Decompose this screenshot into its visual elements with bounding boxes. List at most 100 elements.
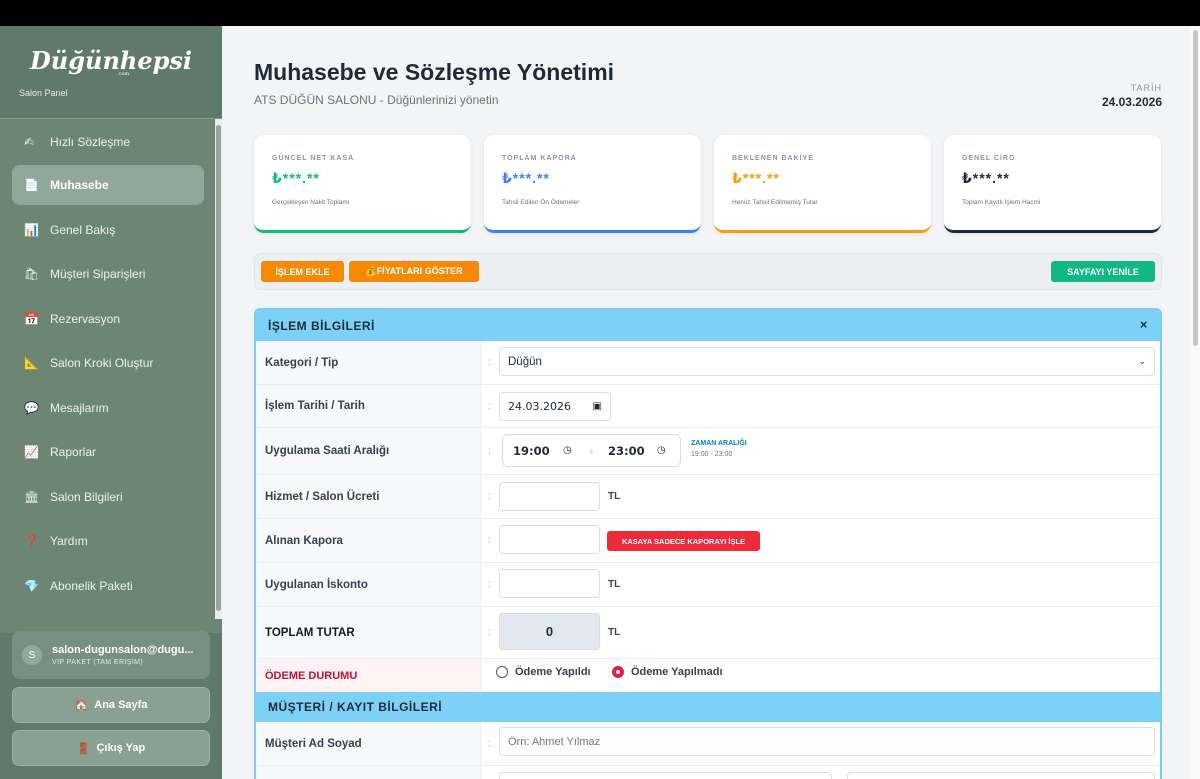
currency-unit: TL [608, 627, 621, 638]
sidebar-item-label: Mesajlarım [50, 401, 109, 415]
sidebar-item-abonelik-paketi[interactable]: 💎 Abonelik Paketi [12, 566, 204, 606]
page-title: Muhasebe ve Sözleşme Yönetimi [254, 59, 615, 85]
section-title: İŞLEM BİLGİLERİ [268, 318, 375, 333]
sidebar-item-label: Genel Bakış [50, 223, 116, 237]
sidebar-item-mesajlarim[interactable]: 💬 Mesajlarım [12, 388, 204, 428]
row-customer-extra [256, 766, 1160, 779]
window-top-bar [0, 0, 1200, 26]
home-button[interactable]: 🏠 Ana Sayfa [12, 687, 210, 723]
currency-unit: TL [608, 579, 621, 590]
sidebar-item-genel-bakis[interactable]: 📊 Genel Bakış [12, 210, 204, 250]
sidebar-item-label: Muhasebe [50, 178, 109, 192]
card-value: ₺***.** [962, 170, 1010, 186]
clock-icon: ◷ [657, 445, 666, 456]
field-label: İşlem Tarihi / Tarih [256, 385, 481, 427]
field-label: ÖDEME DURUMU [256, 659, 481, 692]
row-fee: Hizmet / Salon Ücreti : TL [256, 475, 1160, 519]
sidebar-item-label: Raporlar [50, 445, 97, 459]
card-label: BEKLENEN BAKİYE [732, 155, 814, 162]
house-icon: 🏠 [74, 699, 89, 712]
row-payment-status: ÖDEME DURUMU Ödeme Yapıldı Ödeme Yapılma… [256, 659, 1160, 692]
start-time-input[interactable]: 19:00 [513, 444, 550, 458]
category-select[interactable]: Düğün ⌄ [499, 347, 1155, 376]
sidebar-item-musteri-siparisleri[interactable]: 🛍 Müşteri Siparişleri [12, 254, 204, 294]
stat-card-genel-ciro: GENEL CİRO ₺***.** Toplam Kayıtlı İşlem … [944, 135, 1161, 233]
logout-button[interactable]: 🚪 Çıkış Yap [12, 730, 210, 766]
page-scrollbar-thumb[interactable] [1193, 30, 1198, 346]
date-value: 24.03.2026 [1101, 95, 1162, 109]
field-label: Uygulanan İskonto [256, 563, 481, 606]
brand-logo[interactable]: Düğünhepsi .com [0, 46, 222, 77]
fee-input[interactable] [499, 482, 600, 511]
currency-unit: TL [608, 491, 621, 502]
sidebar-item-muhasebe[interactable]: 📄 Muhasebe [12, 165, 204, 205]
sidebar-item-salon-kroki[interactable]: 📐 Salon Kroki Oluştur [12, 343, 204, 383]
close-icon[interactable]: × [1140, 317, 1148, 332]
sidebar-item-yardim[interactable]: ❓ Yardım [12, 521, 204, 561]
transaction-form: İŞLEM BİLGİLERİ × Kategori / Tip : Düğün… [254, 308, 1162, 779]
page-scrollbar[interactable] [1190, 26, 1200, 779]
calendar-icon: ▣ [592, 401, 602, 412]
payment-paid-radio[interactable]: Ödeme Yapıldı [496, 666, 591, 678]
show-prices-button[interactable]: 💰FİYATLARI GÖSTER [349, 261, 479, 282]
stat-card-toplam-kapora: TOPLAM KAPORA ₺***.** Tahsil Edilen Ön Ö… [484, 135, 701, 233]
card-label: TOPLAM KAPORA [502, 155, 577, 162]
end-time-input[interactable]: 23:00 [608, 444, 645, 458]
diamond-icon: 💎 [24, 579, 39, 593]
page-subtitle: ATS DÜĞÜN SALONU - Düğünlerinizi yönetin [254, 93, 499, 107]
deposit-input[interactable] [499, 525, 600, 554]
sidebar: Düğünhepsi .com Salon Panel ✍ Hızlı Sözleş… [0, 26, 222, 779]
row-total: TOPLAM TUTAR : 0 TL [256, 607, 1160, 659]
sidebar-item-salon-bilgileri[interactable]: 🏛 Salon Bilgileri [12, 477, 204, 517]
sidebar-item-label: Abonelik Paketi [50, 579, 133, 593]
row-customer-name: Müşteri Ad Soyad : [256, 722, 1160, 766]
card-label: GENEL CİRO [962, 155, 1016, 162]
total-amount: 0 [499, 613, 600, 650]
card-description: Tahsil Edilen Ön Ödemeler [502, 199, 580, 206]
card-description: Gerçekleşen Nakit Toplamı [272, 199, 350, 206]
user-profile[interactable]: S salon-dugunsalon@dugu... VIP PAKET (TA… [12, 631, 210, 679]
sidebar-item-label: Hızlı Sözleşme [50, 135, 131, 149]
customer-field-input[interactable] [847, 772, 1155, 779]
door-icon: 🚪 [76, 742, 91, 755]
sidebar-scrollbar[interactable] [215, 119, 222, 619]
panel-label: Salon Panel [19, 88, 68, 98]
discount-input[interactable] [499, 569, 600, 598]
field-label: Hizmet / Salon Ücreti [256, 475, 481, 518]
row-date: İşlem Tarihi / Tarih : 24.03.2026 ▣ [256, 385, 1160, 428]
main-content: Muhasebe ve Sözleşme Yönetimi ATS DÜĞÜN … [222, 26, 1190, 779]
writing-hand-icon: ✍ [24, 135, 35, 149]
user-plan-badge: VIP PAKET (TAM ERİŞİM) [52, 659, 144, 666]
card-value: ₺***.** [502, 170, 550, 186]
add-transaction-button[interactable]: İŞLEM EKLE [261, 261, 344, 282]
card-value: ₺***.** [732, 170, 780, 186]
sidebar-item-label: Yardım [50, 534, 88, 548]
field-label: Kategori / Tip [256, 341, 481, 384]
field-label: Uygulama Saati Aralığı [256, 428, 481, 474]
payment-unpaid-radio[interactable]: Ödeme Yapılmadı [612, 666, 723, 678]
card-value: ₺***.** [272, 170, 320, 186]
action-toolbar: İŞLEM EKLE 💰FİYATLARI GÖSTER SAYFAYI YEN… [254, 253, 1162, 290]
process-deposit-button[interactable]: KASAYA SADECE KAPORAYI İŞLE [607, 531, 760, 551]
sidebar-item-hizli-sozlesme[interactable]: ✍ Hızlı Sözleşme [12, 122, 204, 162]
refresh-page-button[interactable]: SAYFAYI YENİLE [1051, 261, 1155, 282]
building-icon: 🏛 [24, 490, 40, 504]
customer-field-input[interactable] [499, 772, 832, 779]
bar-chart-icon: 📊 [24, 223, 39, 237]
section-title: MÜŞTERİ / KAYIT BİLGİLERİ [268, 700, 443, 714]
speech-bubble-icon: 💬 [24, 401, 39, 415]
customer-name-input[interactable] [499, 727, 1155, 756]
clock-icon: ◷ [563, 445, 572, 456]
field-label: TOPLAM TUTAR [256, 607, 481, 658]
sidebar-item-rezervasyon[interactable]: 📅 Rezervasyon [12, 299, 204, 339]
sidebar-item-label: Salon Bilgileri [50, 490, 123, 504]
sidebar-scrollbar-thumb[interactable] [216, 125, 221, 611]
range-title: ZAMAN ARALIĞI [691, 440, 747, 447]
row-discount: Uygulanan İskonto : TL [256, 563, 1160, 607]
shopping-bag-icon: 🛍 [24, 267, 40, 281]
card-label: GÜNCEL NET KASA [272, 155, 355, 162]
sidebar-item-raporlar[interactable]: 📈 Raporlar [12, 432, 204, 472]
date-input[interactable]: 24.03.2026 ▣ [499, 392, 611, 421]
card-description: Henüz Tahsil Edilmemiş Tutar [732, 199, 818, 206]
sidebar-nav: ✍ Hızlı Sözleşme 📄 Muhasebe 📊 Genel Bakış 🛍… [0, 118, 222, 633]
